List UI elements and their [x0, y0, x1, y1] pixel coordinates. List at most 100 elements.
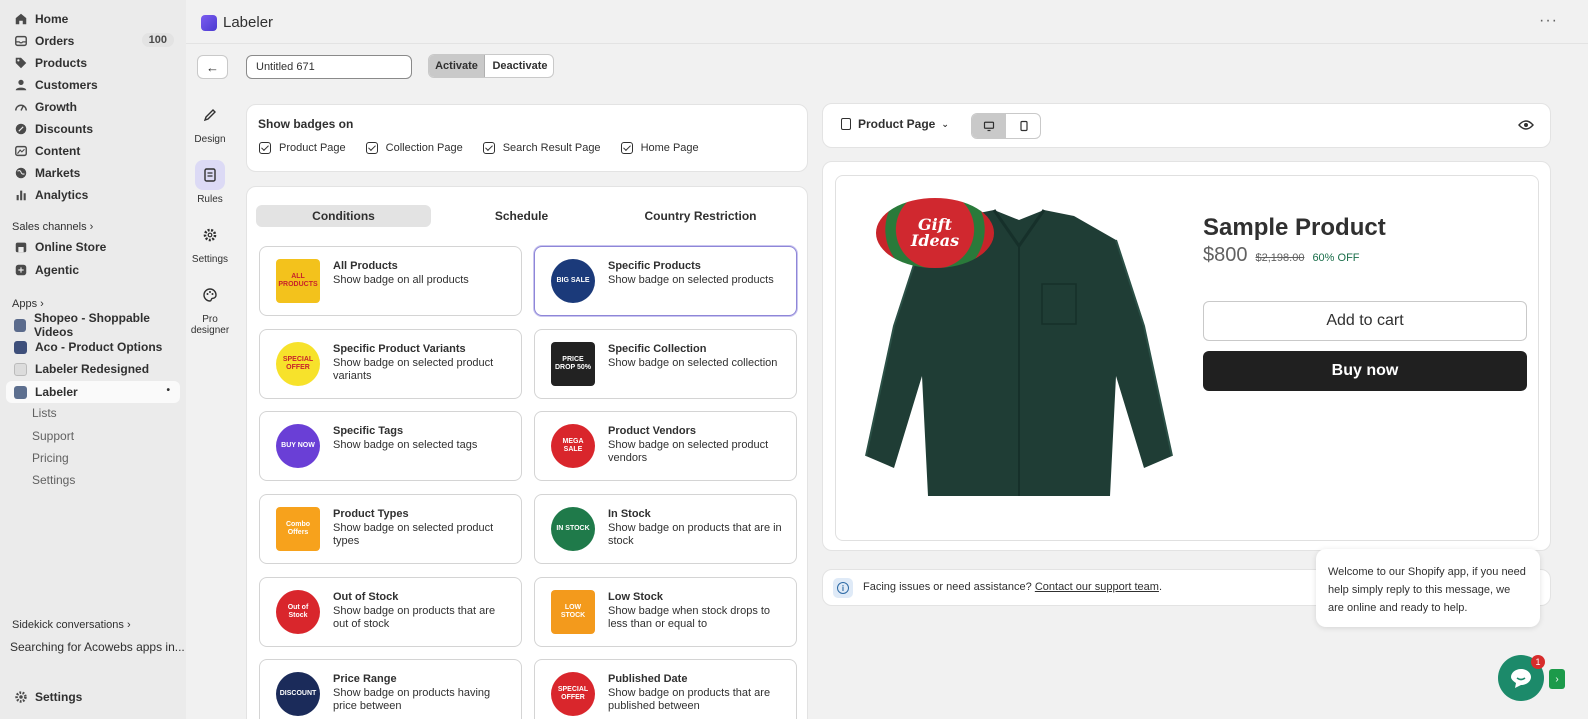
tab-conditions[interactable]: Conditions	[256, 205, 431, 227]
buy-now-button[interactable]: Buy now	[1203, 351, 1527, 391]
sidebar-item-analytics[interactable]: Analytics	[6, 184, 180, 206]
chat-icon	[1511, 669, 1531, 688]
rail-design[interactable]: Design	[190, 100, 230, 145]
product-price: $800	[1203, 244, 1248, 266]
condition-card[interactable]: Out of Stock Out of Stock Show badge on pr…	[259, 577, 522, 647]
tab-schedule[interactable]: Schedule	[434, 205, 609, 227]
shopeo-app-icon	[14, 318, 26, 332]
condition-card[interactable]: SPECIAL OFFER Specific Product Variants Sh…	[259, 329, 522, 399]
sidebar-item-label: Content	[35, 144, 81, 158]
sidebar-item-label: Online Store	[35, 240, 107, 254]
sidebar-item-aco[interactable]: Aco - Product Options	[6, 336, 180, 358]
condition-card[interactable]: PRICE DROP 50% Specific Collection Show ba…	[534, 329, 797, 399]
checkbox-search-result-page[interactable]: Search Result Page	[482, 142, 601, 154]
rail-rules[interactable]: Rules	[190, 160, 230, 205]
gear-icon	[14, 690, 28, 704]
sidebar-item-orders[interactable]: Orders 100	[6, 30, 180, 52]
sidebar-item-label: Markets	[35, 166, 81, 180]
rail-settings[interactable]: Settings	[190, 220, 230, 265]
sidebar-item-label: Customers	[35, 78, 98, 92]
sidebar-sub-pricing[interactable]: Pricing	[32, 451, 69, 465]
desktop-icon[interactable]	[972, 114, 1006, 138]
condition-card[interactable]: BUY NOW Specific Tags Show badge on select…	[259, 411, 522, 481]
sidebar-item-content[interactable]: Content	[6, 140, 180, 162]
chat-expand-icon[interactable]: ›	[1549, 669, 1565, 689]
condition-card[interactable]: DISCOUNT Price Range Show badge on product…	[259, 659, 522, 719]
sidebar-item-labeler[interactable]: Labeler •	[6, 381, 180, 403]
pin-dot-icon: •	[166, 385, 170, 396]
page-icon	[841, 118, 851, 130]
condition-title: Low Stock	[608, 591, 664, 603]
sidebar-sub-settings[interactable]: Settings	[32, 473, 75, 487]
show-badges-options: Product Page Collection Page Search Resu…	[259, 142, 719, 154]
product-title: Sample Product	[1203, 214, 1386, 241]
labeler-app-icon	[14, 385, 27, 399]
orders-count-badge: 100	[141, 33, 174, 47]
content-icon	[14, 144, 28, 158]
condition-card[interactable]: BIG SALE Specific Products Show badge on s…	[534, 246, 797, 316]
support-link[interactable]: Contact our support team	[1035, 581, 1159, 593]
page-select[interactable]: Product Page ⌄	[841, 117, 949, 131]
eye-icon[interactable]	[1518, 118, 1534, 135]
sidebar-item-shopeo[interactable]: Shopeo - Shoppable Videos	[6, 311, 180, 339]
condition-description: Show badge when stock drops to less than…	[608, 605, 771, 630]
deactivate-button[interactable]: Deactivate	[486, 55, 553, 77]
tabs-bar: Conditions Schedule Country Restriction	[256, 205, 799, 227]
sidebar-sub-lists[interactable]: Lists	[32, 406, 57, 420]
checkbox-home-page[interactable]: Home Page	[620, 142, 699, 154]
condition-card[interactable]: IN STOCK In Stock Show badge on products t…	[534, 494, 797, 564]
sidekick-heading[interactable]: Sidekick conversations ›	[12, 619, 131, 631]
sidebar-item-agentic[interactable]: Agentic	[6, 259, 180, 281]
apps-heading[interactable]: Apps ›	[12, 298, 44, 310]
palette-icon	[195, 280, 225, 310]
more-horizontal-icon[interactable]: ···	[1539, 12, 1558, 30]
chevron-right-icon: ›	[89, 221, 94, 233]
sidebar-item-home[interactable]: Home	[6, 8, 180, 30]
rules-icon	[195, 160, 225, 190]
show-badges-card: Show badges on Product Page Collection P…	[246, 104, 808, 172]
condition-badge-icon: BIG SALE	[551, 259, 595, 303]
sidebar: Home Orders 100 Products Customers Growt…	[0, 0, 186, 719]
checkbox-collection-page[interactable]: Collection Page	[365, 142, 463, 154]
add-to-cart-button[interactable]: Add to cart	[1203, 301, 1527, 341]
sidebar-item-discounts[interactable]: Discounts	[6, 118, 180, 140]
tab-country-restriction[interactable]: Country Restriction	[613, 205, 788, 227]
sidebar-item-growth[interactable]: Growth	[6, 96, 180, 118]
sidekick-conversation-item[interactable]: Searching for Acowebs apps in...	[10, 640, 185, 654]
sidebar-item-label: Labeler	[35, 385, 78, 399]
condition-card[interactable]: MEGA SALE Product Vendors Show badge on se…	[534, 411, 797, 481]
condition-card[interactable]: Combo Offers Product Types Show badge on s…	[259, 494, 522, 564]
mobile-icon[interactable]	[1007, 114, 1040, 138]
rail-pro-designer[interactable]: Pro designer	[190, 280, 230, 336]
sales-channels-heading[interactable]: Sales channels ›	[12, 221, 93, 233]
condition-card[interactable]: ALL PRODUCTS All Products Show badge on al…	[259, 246, 522, 316]
sidebar-item-label: Agentic	[35, 263, 80, 277]
condition-description: Show badge on selected collection	[608, 357, 778, 369]
sidebar-item-online-store[interactable]: Online Store	[6, 236, 180, 258]
checkbox-product-page[interactable]: Product Page	[259, 142, 346, 154]
condition-card[interactable]: SPECIAL OFFER Published Date Show badge on…	[534, 659, 797, 719]
sidebar-sub-support[interactable]: Support	[32, 429, 74, 443]
sidebar-item-products[interactable]: Products	[6, 52, 180, 74]
help-text-row: Facing issues or need assistance? Contac…	[863, 581, 1163, 593]
preview-toolbar: Product Page ⌄	[822, 103, 1551, 148]
sidebar-item-customers[interactable]: Customers	[6, 74, 180, 96]
condition-description: Show badge on products that are in stock	[608, 522, 782, 547]
sidebar-item-markets[interactable]: Markets	[6, 162, 180, 184]
condition-badge-icon: SPECIAL OFFER	[551, 672, 595, 716]
condition-description: Show badge on products having price betw…	[333, 687, 491, 712]
rail-label: Design	[194, 134, 226, 145]
aco-app-icon	[14, 340, 27, 354]
label-name-input[interactable]	[246, 55, 412, 79]
sidebar-item-label: Analytics	[35, 188, 89, 202]
back-button[interactable]: ←	[197, 55, 228, 79]
sidebar-item-labeler-redesigned[interactable]: Labeler Redesigned	[6, 358, 180, 380]
activate-button[interactable]: Activate	[429, 55, 485, 77]
condition-card[interactable]: LOW STOCK Low Stock Show badge when stock …	[534, 577, 797, 647]
home-icon	[14, 12, 28, 26]
condition-badge-icon: ALL PRODUCTS	[276, 259, 320, 303]
sidebar-item-settings[interactable]: Settings	[6, 686, 180, 708]
condition-title: Specific Products	[608, 260, 701, 272]
condition-description: Show badge on products that are publishe…	[608, 687, 771, 712]
device-toggle	[971, 113, 1041, 139]
